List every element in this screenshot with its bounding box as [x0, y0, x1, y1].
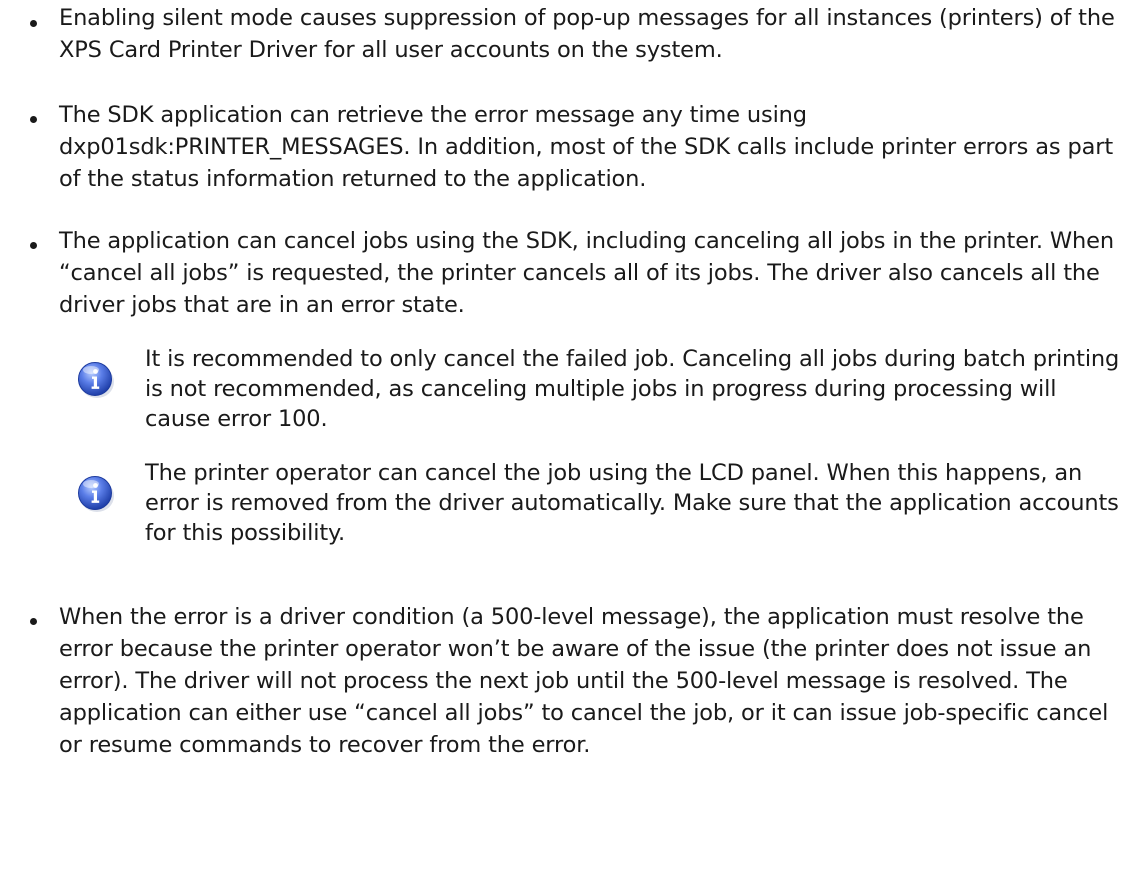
info-icon: [76, 360, 116, 400]
info-note: The printer operator can cancel the job …: [0, 458, 1132, 558]
bullet-item: Enabling silent mode causes suppression …: [0, 0, 1132, 80]
info-note: It is recommended to only cancel the fai…: [0, 344, 1132, 444]
bullet-dot: [30, 618, 37, 625]
note-text: The printer operator can cancel the job …: [145, 460, 1119, 546]
bullet-text: The application can cancel jobs using th…: [59, 228, 1114, 318]
bullet-dot: [30, 116, 37, 123]
bullet-dot: [30, 20, 37, 27]
note-text: It is recommended to only cancel the fai…: [145, 346, 1120, 432]
bullet-dot: [30, 242, 37, 249]
bullet-text: When the error is a driver condition (a …: [59, 604, 1109, 758]
bullet-item: The SDK application can retrieve the err…: [0, 96, 1132, 206]
bullet-item: When the error is a driver condition (a …: [0, 598, 1132, 798]
info-icon: [76, 474, 116, 514]
document-page: Enabling silent mode causes suppression …: [0, 0, 1132, 875]
bullet-item: The application can cancel jobs using th…: [0, 222, 1132, 332]
bullet-text: Enabling silent mode causes suppression …: [59, 5, 1115, 63]
bullet-text: The SDK application can retrieve the err…: [59, 102, 1114, 192]
